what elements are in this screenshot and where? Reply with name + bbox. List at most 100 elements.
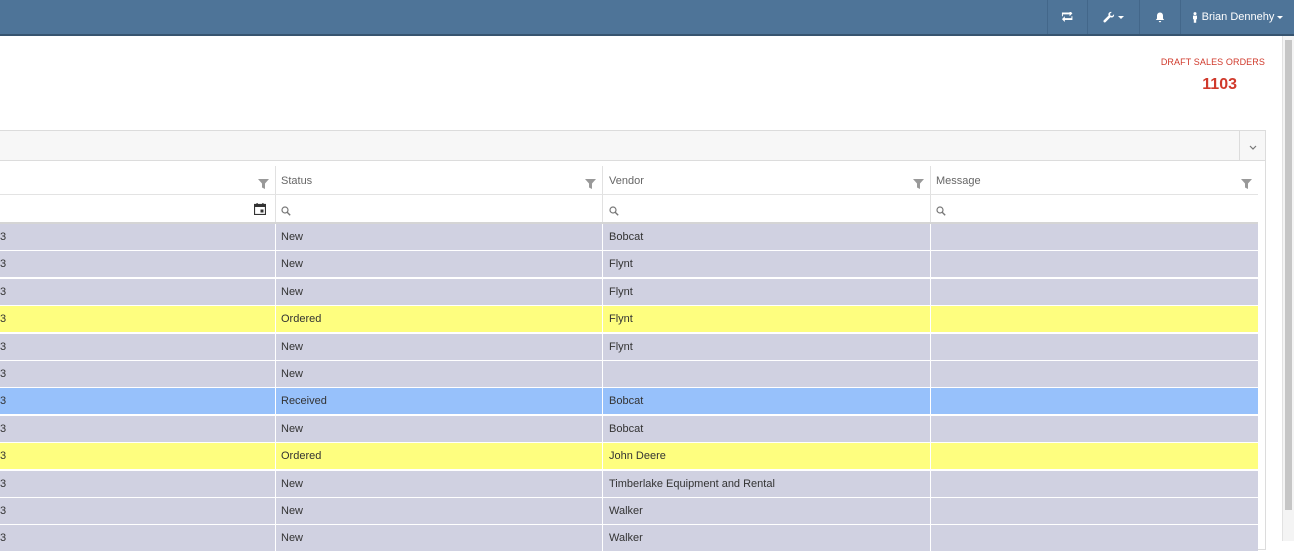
calendar-icon[interactable] bbox=[253, 202, 267, 220]
filter-icon[interactable] bbox=[585, 176, 596, 194]
table-row[interactable]: 3 New Walker bbox=[0, 498, 1258, 525]
user-name: Brian Dennehy bbox=[1201, 11, 1275, 23]
tools-menu-button[interactable] bbox=[1087, 0, 1139, 34]
search-icon bbox=[609, 203, 619, 221]
column-header-status[interactable]: Status bbox=[275, 160, 603, 194]
column-header-vendor[interactable]: Vendor bbox=[603, 160, 930, 194]
cell-message bbox=[930, 471, 1258, 497]
table-row[interactable]: 3 New Walker bbox=[0, 525, 1258, 552]
column-divider bbox=[930, 361, 931, 388]
column-divider bbox=[275, 166, 276, 194]
column-divider bbox=[602, 334, 603, 361]
cell-date: 3 bbox=[0, 286, 7, 298]
column-divider bbox=[275, 498, 276, 525]
column-divider bbox=[275, 279, 276, 306]
cell-date: 3 bbox=[0, 532, 7, 544]
cell-message bbox=[930, 443, 1258, 469]
cell-date: 3 bbox=[0, 423, 7, 435]
cell-status: New bbox=[281, 341, 304, 353]
cell-vendor: Bobcat bbox=[609, 395, 644, 407]
cell-status: New bbox=[281, 505, 304, 517]
cell-date: 3 bbox=[0, 341, 7, 353]
table-row[interactable]: 3 Ordered John Deere bbox=[0, 443, 1258, 470]
column-divider bbox=[275, 334, 276, 361]
column-divider bbox=[930, 279, 931, 306]
column-divider bbox=[930, 166, 931, 194]
column-divider bbox=[602, 498, 603, 525]
page-scrollbar[interactable] bbox=[1282, 36, 1294, 541]
column-header-label: Message bbox=[936, 175, 981, 187]
cell-vendor bbox=[603, 361, 930, 387]
panel-header bbox=[0, 131, 1265, 161]
table-row[interactable]: 3 New Bobcat bbox=[0, 224, 1258, 251]
column-divider bbox=[602, 416, 603, 443]
cell-message bbox=[930, 224, 1258, 250]
column-divider bbox=[930, 251, 931, 278]
sync-button[interactable] bbox=[1047, 0, 1087, 34]
search-icon bbox=[281, 203, 291, 221]
filter-icon[interactable] bbox=[1241, 176, 1252, 194]
filter-icon[interactable] bbox=[258, 176, 269, 194]
table-row[interactable]: 3 New Flynt bbox=[0, 279, 1258, 306]
cell-message bbox=[930, 498, 1258, 524]
bell-icon bbox=[1155, 12, 1165, 23]
cell-vendor: Flynt bbox=[609, 258, 633, 270]
cell-date: 3 bbox=[0, 231, 7, 243]
cell-status: New bbox=[281, 368, 304, 380]
column-divider bbox=[602, 279, 603, 306]
column-divider bbox=[602, 443, 603, 470]
kpi-value[interactable]: 1103 bbox=[1150, 76, 1237, 94]
cell-status: New bbox=[281, 286, 304, 298]
cell-message bbox=[930, 306, 1258, 332]
cell-message bbox=[930, 279, 1258, 305]
cell-date: 3 bbox=[0, 478, 7, 490]
column-divider bbox=[930, 224, 931, 251]
chevron-down-icon bbox=[1118, 15, 1124, 19]
grid-header-row: Status Vendor Message bbox=[0, 160, 1258, 195]
notifications-button[interactable] bbox=[1139, 0, 1180, 34]
column-divider bbox=[275, 388, 276, 415]
cell-vendor: Bobcat bbox=[609, 423, 644, 435]
cell-status: New bbox=[281, 231, 304, 243]
date-filter-input[interactable] bbox=[0, 195, 275, 222]
cell-message bbox=[930, 416, 1258, 442]
column-divider bbox=[275, 443, 276, 470]
search-icon bbox=[936, 203, 946, 221]
cell-status: New bbox=[281, 478, 304, 490]
column-divider bbox=[602, 306, 603, 333]
status-filter-input[interactable] bbox=[275, 195, 603, 222]
column-divider bbox=[930, 498, 931, 525]
cell-vendor: Flynt bbox=[609, 286, 633, 298]
kpi-label: DRAFT SALES ORDERS bbox=[1160, 57, 1265, 67]
column-divider bbox=[275, 471, 276, 498]
column-divider bbox=[275, 361, 276, 388]
table-row[interactable]: 3 New Timberlake Equipment and Rental bbox=[0, 471, 1258, 498]
vendor-filter-input[interactable] bbox=[603, 195, 930, 222]
table-row[interactable]: 3 New Flynt bbox=[0, 334, 1258, 361]
cell-message bbox=[930, 334, 1258, 360]
table-row[interactable]: 3 New bbox=[0, 361, 1258, 388]
filter-icon[interactable] bbox=[913, 176, 924, 194]
table-row[interactable]: 3 Received Bobcat bbox=[0, 388, 1258, 415]
message-filter-input[interactable] bbox=[930, 195, 1258, 222]
column-header-message[interactable]: Message bbox=[930, 160, 1258, 194]
column-divider bbox=[930, 195, 931, 222]
table-row[interactable]: 3 New Bobcat bbox=[0, 416, 1258, 443]
column-header-date[interactable] bbox=[0, 160, 275, 194]
user-menu-button[interactable]: Brian Dennehy bbox=[1180, 0, 1294, 34]
column-divider bbox=[602, 166, 603, 194]
grid-filter-row bbox=[0, 195, 1258, 224]
cell-date: 3 bbox=[0, 313, 7, 325]
collapse-button[interactable] bbox=[1239, 131, 1265, 160]
scrollbar-thumb[interactable] bbox=[1285, 40, 1292, 510]
column-divider bbox=[602, 388, 603, 415]
table-row[interactable]: 3 Ordered Flynt bbox=[0, 306, 1258, 333]
cell-status: New bbox=[281, 532, 304, 544]
table-row[interactable]: 3 New Flynt bbox=[0, 251, 1258, 278]
column-divider bbox=[275, 306, 276, 333]
top-navbar: Brian Dennehy bbox=[0, 0, 1294, 36]
cell-date: 3 bbox=[0, 395, 7, 407]
cell-message bbox=[930, 525, 1258, 551]
column-divider bbox=[275, 525, 276, 552]
column-divider bbox=[930, 525, 931, 552]
